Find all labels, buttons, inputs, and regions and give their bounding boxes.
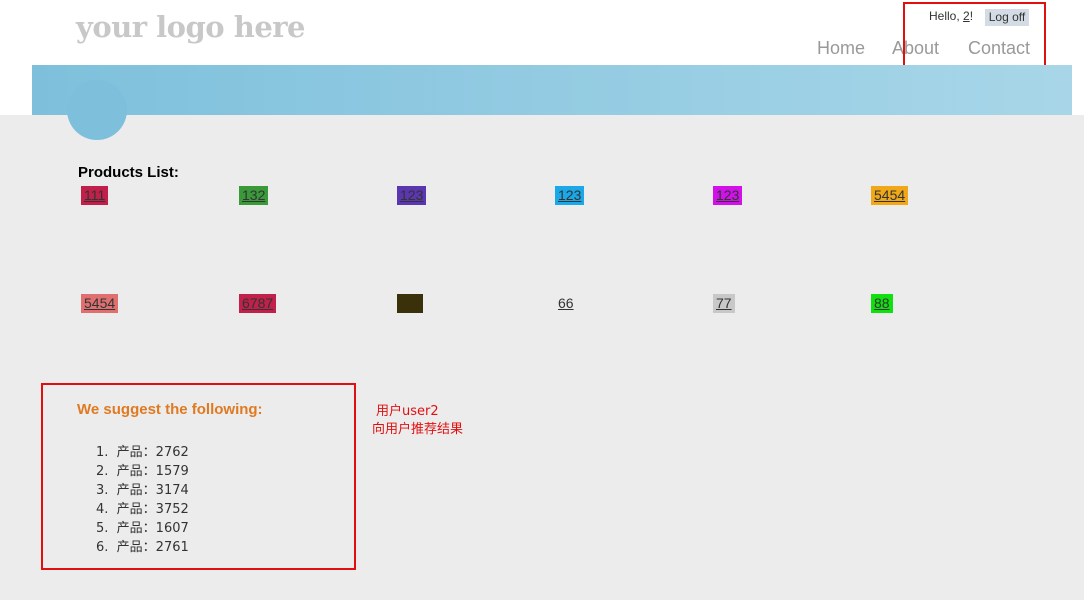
list-item: 1. 产品：2762 xyxy=(96,443,189,462)
site-logo: your logo here xyxy=(76,10,306,44)
list-item: 5. 产品：1607 xyxy=(96,519,189,538)
list-item: 6. 产品：2761 xyxy=(96,538,189,557)
list-number: 1. xyxy=(96,445,109,460)
list-number: 3. xyxy=(96,483,109,498)
product-link[interactable] xyxy=(397,294,423,313)
products-list-title: Products List: xyxy=(78,164,179,181)
annotation-result: 向用户推荐结果 xyxy=(372,422,464,437)
product-link[interactable]: 132 xyxy=(239,186,269,205)
list-number: 2. xyxy=(96,464,109,479)
list-item: 3. 产品：3174 xyxy=(96,481,189,500)
product-link[interactable]: 5454 xyxy=(871,186,909,205)
suggestions-list: 1. 产品：2762 2. 产品：1579 3. 产品：3174 4. 产品：3… xyxy=(96,443,189,557)
list-text: 产品：2762 xyxy=(116,445,189,460)
decorative-circle xyxy=(67,80,127,140)
product-link[interactable]: 111 xyxy=(81,186,109,205)
list-item: 2. 产品：1579 xyxy=(96,462,189,481)
product-link[interactable]: 66 xyxy=(555,294,577,313)
product-link[interactable]: 6787 xyxy=(239,294,277,313)
product-link[interactable]: 77 xyxy=(713,294,735,313)
suggestions-title: We suggest the following: xyxy=(77,401,263,418)
list-number: 5. xyxy=(96,521,109,536)
product-link[interactable]: 123 xyxy=(713,186,743,205)
annotation-user: 用户user2 xyxy=(376,404,439,419)
list-item: 4. 产品：3752 xyxy=(96,500,189,519)
header-band xyxy=(32,65,1072,115)
list-text: 产品：3752 xyxy=(116,502,189,517)
product-link[interactable]: 5454 xyxy=(81,294,119,313)
list-number: 6. xyxy=(96,540,109,555)
product-link[interactable]: 88 xyxy=(871,294,893,313)
list-text: 产品：1579 xyxy=(116,464,189,479)
product-link[interactable]: 123 xyxy=(555,186,585,205)
list-number: 4. xyxy=(96,502,109,517)
nav-home[interactable]: Home xyxy=(817,38,865,59)
list-text: 产品：1607 xyxy=(116,521,189,536)
product-link[interactable]: 123 xyxy=(397,186,427,205)
list-text: 产品：3174 xyxy=(116,483,189,498)
list-text: 产品：2761 xyxy=(116,540,189,555)
